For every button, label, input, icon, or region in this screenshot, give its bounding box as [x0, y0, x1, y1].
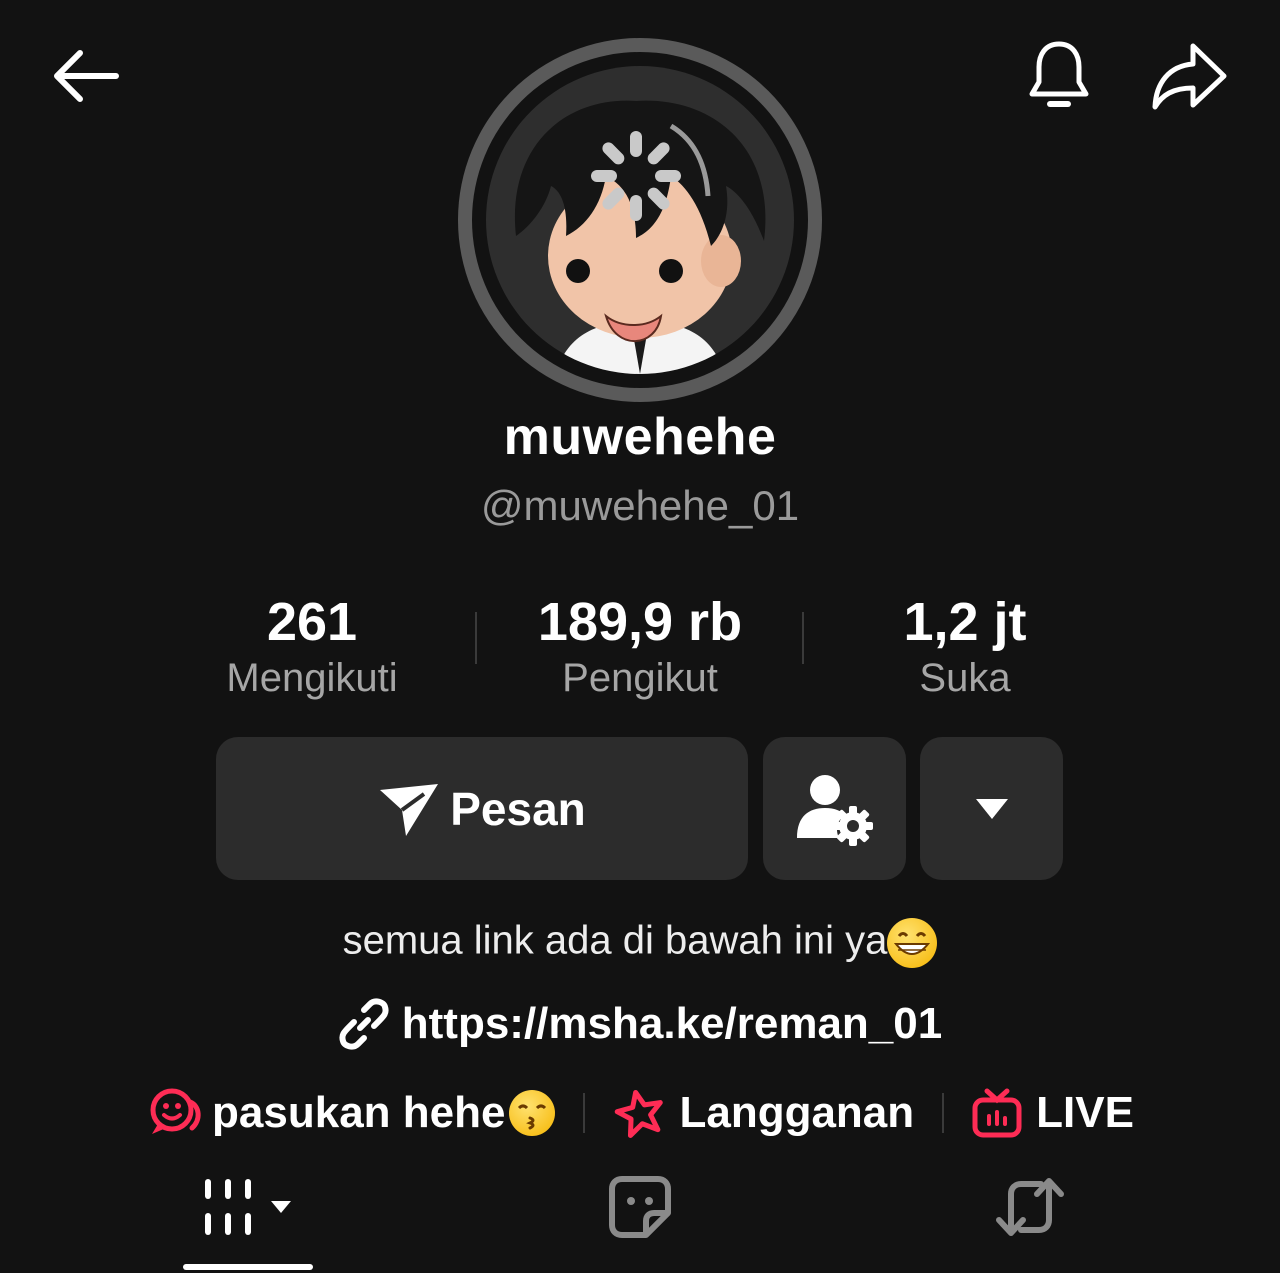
message-button[interactable]: Pesan [216, 737, 748, 880]
stat-value: 189,9 rb [537, 592, 743, 652]
stat-divider [475, 612, 477, 664]
repost-icon [996, 1178, 1064, 1236]
pill-label: Langganan [679, 1088, 915, 1137]
tab-reposts[interactable] [970, 1170, 1090, 1244]
link-icon [339, 998, 389, 1050]
pill-divider [583, 1093, 586, 1133]
grid-icon [205, 1179, 291, 1235]
bio-text: semua link ada di bawah ini ya [0, 918, 1280, 968]
stat-label: Mengikuti [226, 656, 398, 700]
message-button-label: Pesan [450, 782, 586, 835]
pill-divider [942, 1093, 945, 1133]
pill-group-chat[interactable]: pasukan hehe [146, 1088, 556, 1138]
share-arrow-icon [1152, 43, 1227, 110]
stat-value: 261 [266, 592, 358, 652]
grinning-face-emoji [887, 918, 938, 968]
back-button[interactable] [40, 40, 130, 112]
profile-pills: pasukan hehe Langganan LIVE [0, 1083, 1280, 1143]
bell-icon [1029, 41, 1089, 107]
tab-videos[interactable] [183, 1170, 313, 1244]
live-tv-icon [972, 1088, 1022, 1138]
star-subscription-icon [615, 1089, 664, 1138]
profile-link[interactable]: https://msha.ke/reman_01 [0, 998, 1280, 1050]
avatar-image [486, 66, 794, 374]
pill-label: pasukan hehe [212, 1088, 506, 1137]
pill-live[interactable]: LIVE [972, 1088, 1134, 1138]
stat-followers[interactable]: 189,9 rb Pengikut [490, 590, 790, 704]
share-button[interactable] [1146, 38, 1232, 114]
more-button[interactable] [920, 737, 1063, 880]
stat-label: Pengikut [562, 656, 718, 700]
group-chat-icon [150, 1088, 201, 1134]
user-gear-icon [796, 774, 873, 846]
avatar[interactable] [458, 38, 822, 402]
tab-favorites[interactable] [580, 1170, 700, 1244]
notification-button[interactable] [1018, 36, 1100, 116]
stat-following[interactable]: 261 Mengikuti [162, 590, 462, 704]
username[interactable]: @muwehehe_01 [0, 482, 1280, 530]
stat-likes[interactable]: 1,2 jt Suka [815, 590, 1115, 704]
pill-label: LIVE [1036, 1088, 1134, 1137]
active-tab-indicator [183, 1264, 313, 1270]
stat-label: Suka [919, 656, 1011, 700]
pill-subscription[interactable]: Langganan [613, 1088, 914, 1138]
caret-down-icon [975, 798, 1008, 819]
bio-text-content: semua link ada di bawah ini ya [342, 918, 888, 963]
stat-value: 1,2 jt [903, 592, 1027, 652]
arrow-left-icon [54, 50, 119, 102]
paper-plane-icon [380, 783, 439, 836]
stat-divider [802, 612, 804, 664]
sticker-icon [609, 1176, 671, 1238]
follow-settings-button[interactable] [763, 737, 906, 880]
kissing-face-emoji [509, 1090, 556, 1136]
profile-link-url: https://msha.ke/reman_01 [401, 999, 943, 1048]
display-name: muwehehe [503, 408, 777, 466]
